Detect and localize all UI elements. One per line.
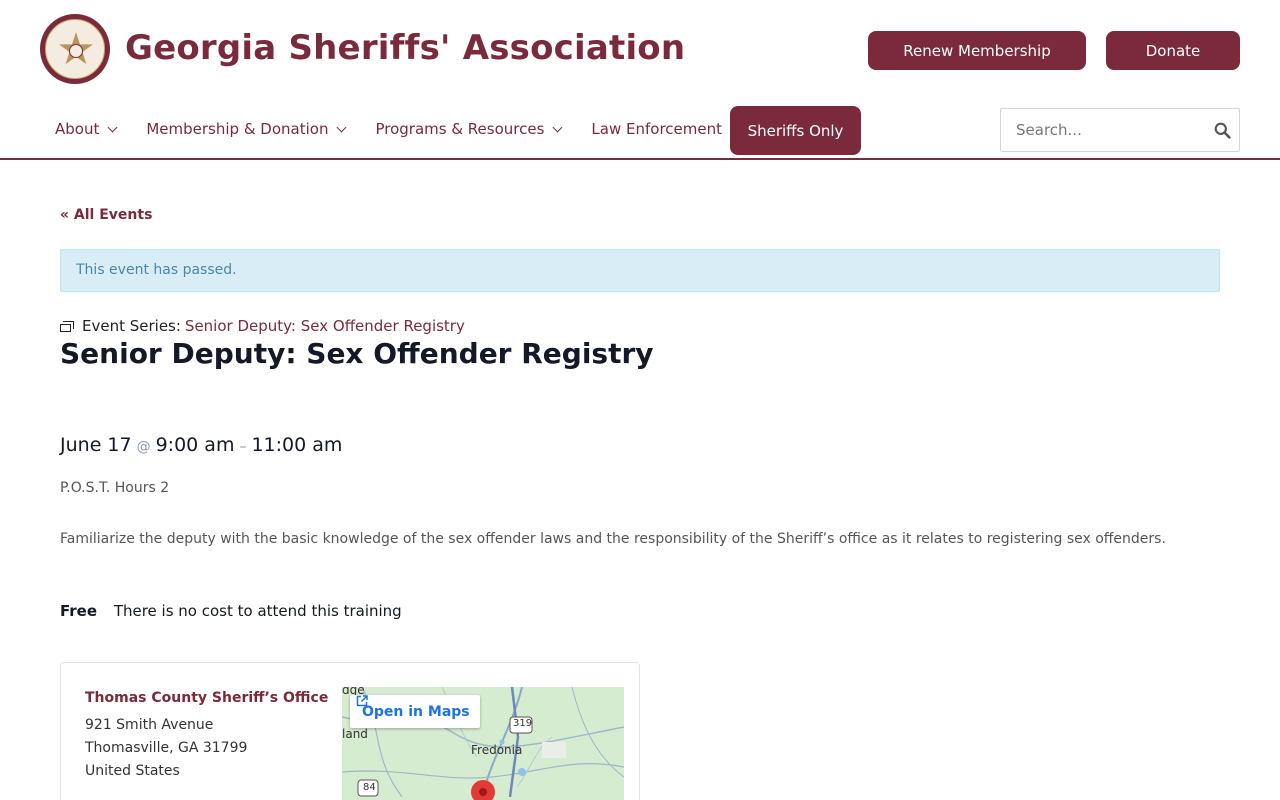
venue-street: 921 Smith Avenue [85, 717, 214, 733]
venue-map[interactable]: dge land Fredonia 319 84 Open in Maps [342, 687, 624, 800]
nav-item-law-enforcement[interactable]: Law Enforcement [591, 120, 741, 138]
map-route-84: 84 [363, 782, 376, 793]
nav-item-about[interactable]: About [55, 120, 118, 138]
renew-membership-button[interactable]: Renew Membership [868, 31, 1086, 70]
map-label-town: Fredonia [471, 743, 523, 757]
chevron-down-icon [337, 122, 347, 132]
site-header: ★ Georgia Sheriffs' Association Renew Me… [0, 0, 1280, 160]
nav-item-programs-resources[interactable]: Programs & Resources [375, 120, 563, 138]
event-passed-notice: This event has passed. [60, 249, 1220, 292]
event-series: Event Series: Senior Deputy: Sex Offende… [60, 317, 465, 335]
cost-text: There is no cost to attend this training [113, 602, 402, 620]
cost-label: Free [60, 602, 98, 620]
event-datetime: June 17 @ 9:00 am – 11:00 am [60, 434, 342, 456]
map-label-edge-left: land [342, 727, 368, 741]
main-nav: About Membership & Donation Programs & R… [55, 120, 769, 138]
venue-city: Thomasville, GA 31799 [85, 740, 248, 756]
open-in-maps-button[interactable]: Open in Maps [350, 695, 480, 728]
series-icon [60, 320, 74, 332]
all-events-link[interactable]: « All Events [60, 207, 152, 223]
search-input[interactable] [1001, 109, 1201, 151]
donate-button[interactable]: Donate [1106, 31, 1240, 70]
external-link-icon [356, 695, 368, 707]
search-icon[interactable] [1214, 122, 1231, 139]
event-title: Senior Deputy: Sex Offender Registry [60, 337, 654, 370]
venue-card: Thomas County Sheriff’s Office 921 Smith… [60, 662, 640, 800]
time-dash: – [239, 439, 247, 455]
site-title[interactable]: Georgia Sheriffs' Association [125, 28, 685, 68]
event-start-time: 9:00 am [155, 434, 235, 456]
at-separator: @ [136, 439, 151, 455]
series-prefix: Event Series: [82, 317, 181, 335]
chevron-down-icon [107, 122, 118, 132]
event-end-time: 11:00 am [251, 434, 343, 456]
post-hours: P.O.S.T. Hours 2 [60, 480, 170, 496]
chevron-down-icon [552, 122, 563, 132]
event-description: Familiarize the deputy with the basic kn… [60, 531, 1166, 547]
venue-country: United States [85, 763, 180, 779]
search-box [1000, 108, 1240, 152]
open-in-maps-label: Open in Maps [362, 703, 470, 720]
event-date: June 17 [60, 434, 132, 456]
notice-text: This event has passed. [76, 262, 237, 278]
sheriffs-only-button[interactable]: Sheriffs Only [730, 106, 861, 155]
association-logo[interactable]: ★ [40, 14, 110, 84]
nav-item-membership-donation[interactable]: Membership & Donation [146, 120, 347, 138]
map-route-319: 319 [513, 718, 533, 729]
series-link[interactable]: Senior Deputy: Sex Offender Registry [185, 317, 465, 335]
event-cost: Free There is no cost to attend this tra… [60, 602, 402, 620]
venue-name-link[interactable]: Thomas County Sheriff’s Office [85, 690, 328, 706]
